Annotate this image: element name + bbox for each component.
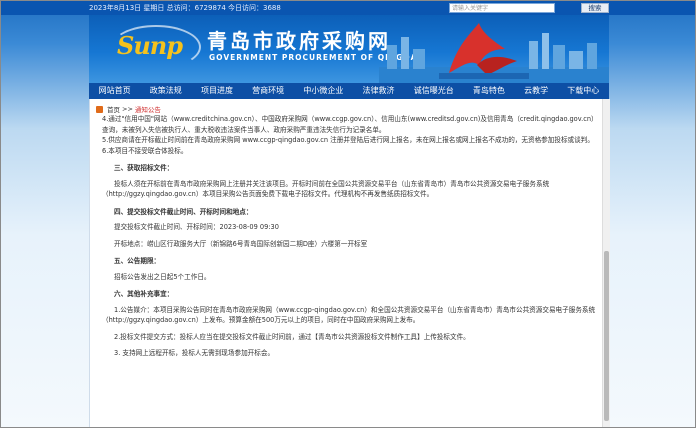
paragraph: 1.公告媒介：本项目采购公告同时在青岛市政府采购网（www.ccgp-qingd… (102, 305, 596, 325)
paragraph: 4.通过"信用中国"网站（www.creditchina.gov.cn）、中国政… (102, 115, 598, 134)
main-nav: 网站首页 政策法规 项目进度 营商环境 中小微企业 法律救济 诚信曝光台 青岛特… (89, 83, 609, 99)
nav-item-credit-exposure[interactable]: 诚信曝光台 (414, 83, 454, 99)
announcement-body: 4.通过"信用中国"网站（www.creditchina.gov.cn）、中国政… (102, 114, 602, 359)
nav-item-cloud-teaching[interactable]: 云教学 (524, 83, 548, 99)
content-scrollbar[interactable] (602, 99, 610, 427)
paragraph: 提交投标文件截止时间、开标时间：2023-08-09 09:30 (114, 223, 279, 231)
nav-item-legal-relief[interactable]: 法律救济 (363, 83, 395, 99)
site-title: 青岛市政府采购网 (207, 29, 391, 53)
section-heading: 五、公告期限： (114, 257, 161, 265)
nav-item-qingdao-features[interactable]: 青岛特色 (473, 83, 505, 99)
nav-item-home[interactable]: 网站首页 (99, 83, 131, 99)
breadcrumb-current[interactable]: 通知公告 (135, 104, 161, 114)
city-skyline-image (379, 23, 609, 83)
page-background-right (595, 1, 695, 427)
nav-item-business-env[interactable]: 营商环境 (252, 83, 284, 99)
scrollbar-thumb[interactable] (604, 251, 609, 421)
home-icon (96, 105, 103, 113)
search-button[interactable]: 搜索 (581, 3, 609, 13)
nav-item-policy[interactable]: 政策法规 (150, 83, 182, 99)
breadcrumb-separator: >> (122, 105, 133, 113)
section-heading: 三、获取招标文件： (114, 164, 174, 172)
article-content: 首页 >> 通知公告 4.通过"信用中国"网站（www.creditchina.… (89, 99, 609, 427)
paragraph: 5.供应商请在开标截止时间前在青岛政府采购网 www.ccgp-qingdao.… (102, 136, 594, 144)
paragraph: 3. 支持网上远程开标，投标人无需到现场参加开标会。 (114, 349, 275, 357)
paragraph: 招标公告发出之日起5个工作日。 (114, 272, 211, 281)
browser-viewport: 2023年8月13日 星期日 总访问：6729874 今日访问：3688 请输入… (0, 0, 696, 428)
breadcrumb: 首页 >> 通知公告 (96, 104, 161, 114)
top-info-bar: 2023年8月13日 星期日 总访问：6729874 今日访问：3688 请输入… (1, 1, 695, 15)
paragraph: 投标人须在开标前在青岛市政府采购网上注册并关注该项目。开标时间前在全国公共资源交… (102, 179, 550, 199)
paragraph: 开标地点：崂山区行政服务大厅（新锦路6号青岛国际创新园二期D座）六楼第一开标室 (114, 239, 368, 248)
site-banner: Sunp 青岛市政府采购网 GOVERNMENT PROCUREMENT OF … (89, 15, 609, 83)
page-background-left (1, 1, 101, 427)
nav-item-downloads[interactable]: 下载中心 (567, 83, 599, 99)
breadcrumb-home[interactable]: 首页 (107, 104, 120, 114)
nav-item-progress[interactable]: 项目进度 (201, 83, 233, 99)
nav-item-sme[interactable]: 中小微企业 (303, 83, 343, 99)
paragraph: 6.本项目不接受联合体投标。 (102, 146, 188, 155)
paragraph: 2.投标文件提交方式：投标人应当在提交投标文件截止时间前，通过【青岛市公共资源投… (114, 332, 470, 341)
section-heading: 六、其他补充事宜： (114, 290, 174, 298)
section-heading: 四、提交投标文件截止时间、开标时间和地点： (114, 207, 253, 216)
site-logo[interactable]: Sunp (117, 31, 183, 60)
search-input[interactable]: 请输入关键字 (449, 3, 555, 13)
visit-info: 2023年8月13日 星期日 总访问：6729874 今日访问：3688 (89, 4, 281, 12)
